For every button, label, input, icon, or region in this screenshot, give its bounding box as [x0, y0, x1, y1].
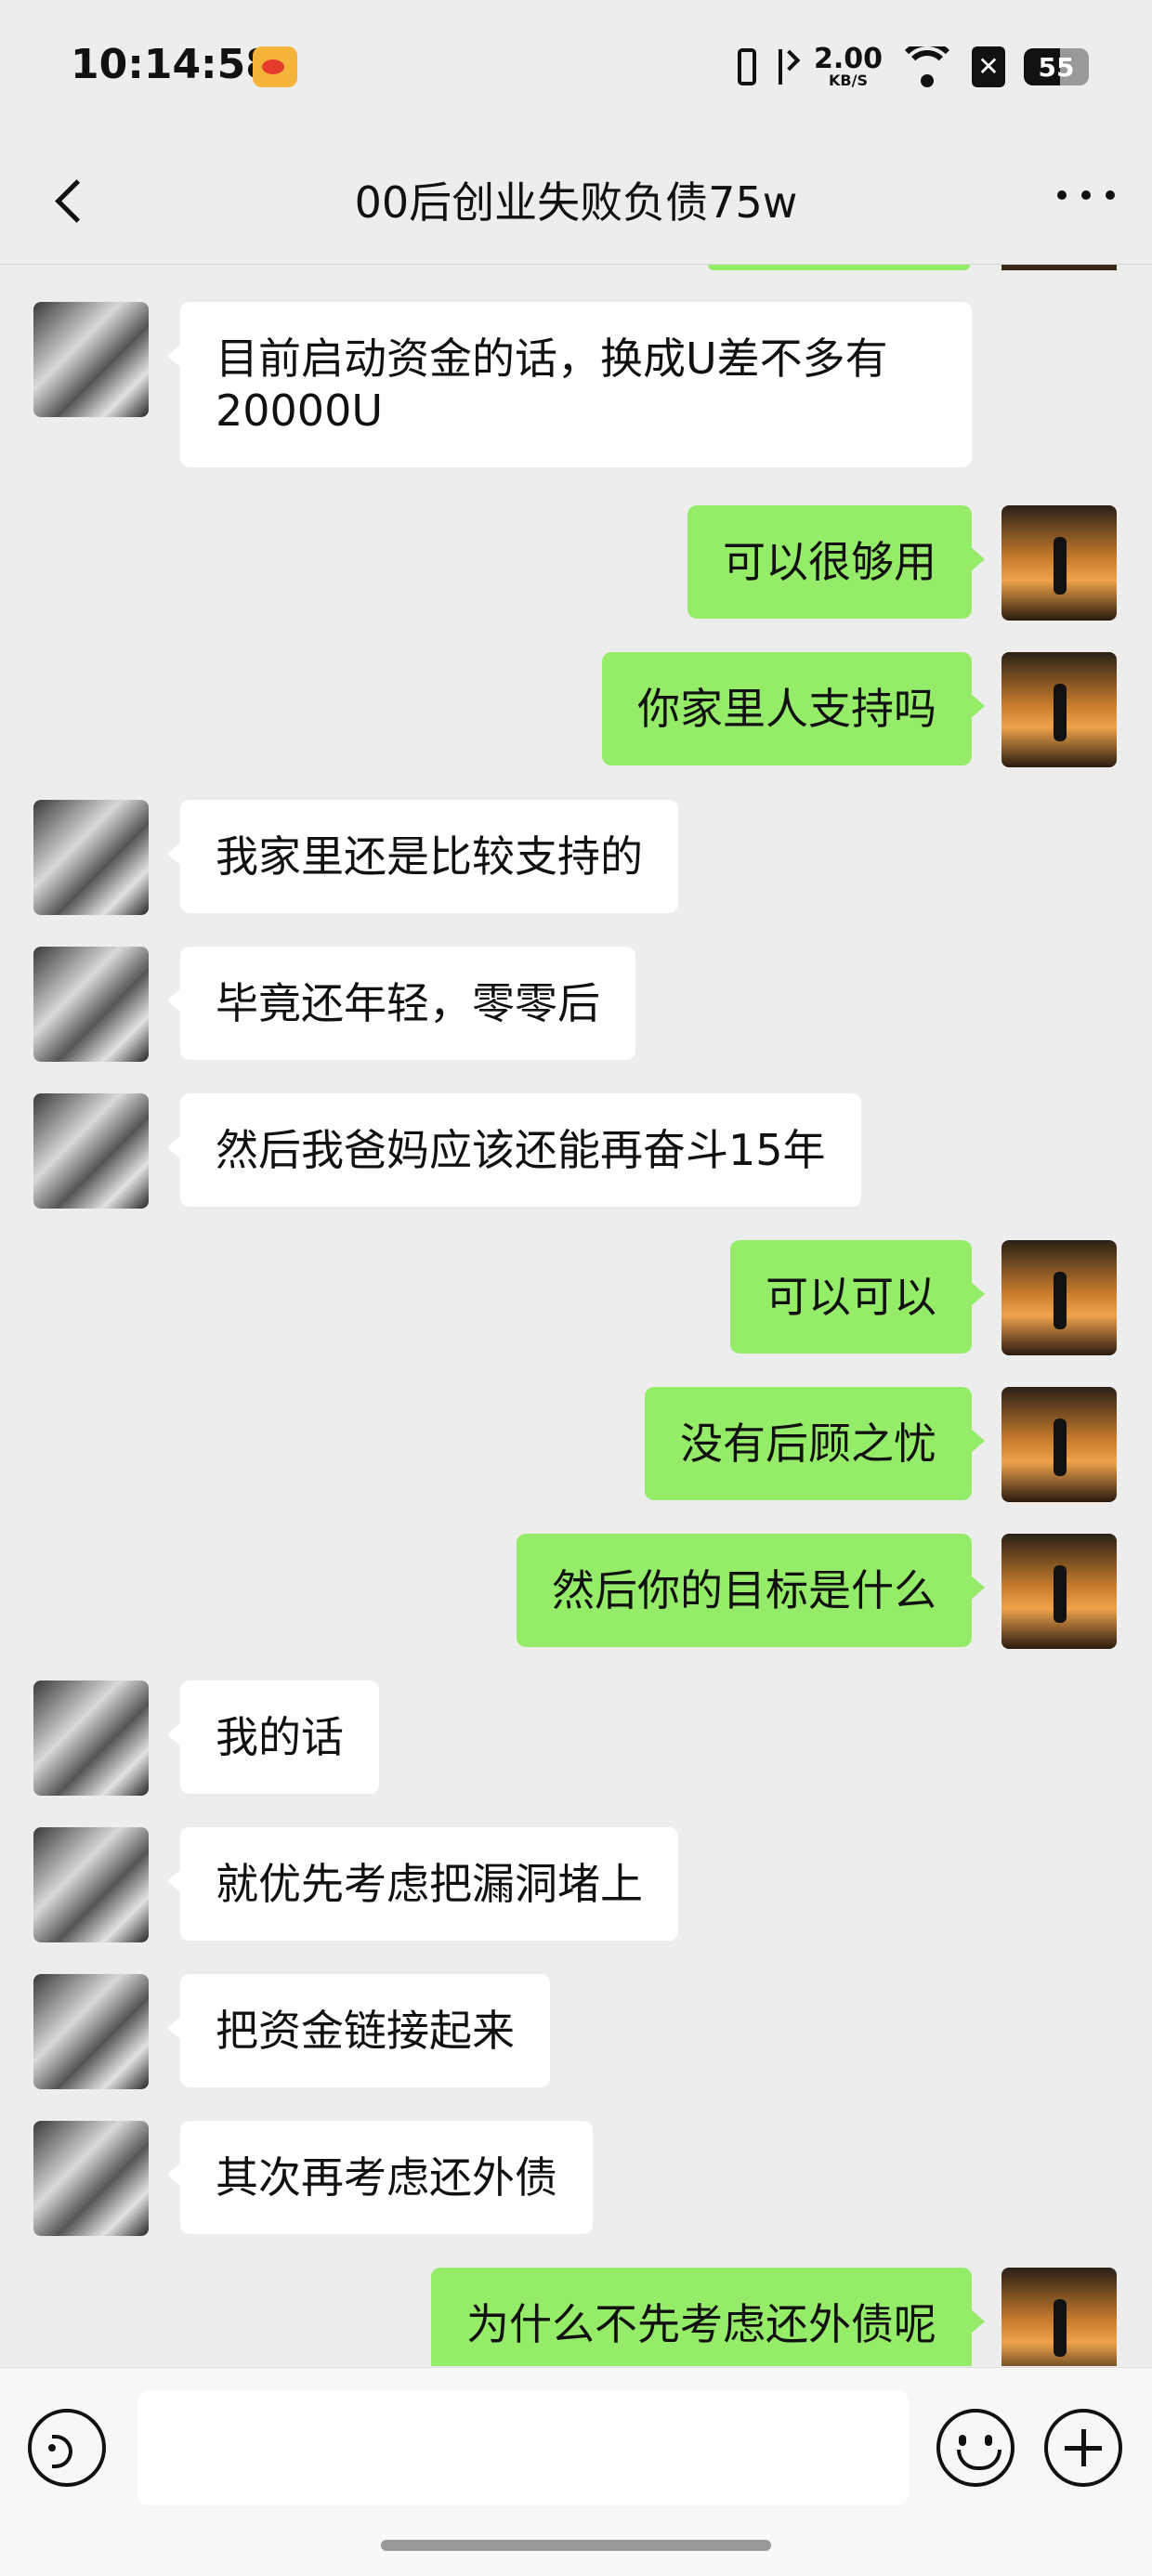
partial-avatar [1001, 265, 1117, 270]
message-bubble[interactable]: 把资金链接起来 [167, 1974, 550, 2087]
contact-avatar[interactable] [33, 1093, 149, 1209]
message-bubble[interactable]: 可以很够用 [687, 505, 985, 619]
message-row: 我家里还是比较支持的 [0, 800, 1152, 915]
network-speed: 2.00 KB/S [814, 46, 883, 88]
message-bubble[interactable]: 目前启动资金的话，换成U差不多有20000U [167, 302, 972, 467]
message-row: 可以很够用 [0, 505, 1152, 621]
message-row: 你家里人支持吗 [0, 652, 1152, 767]
message-bubble[interactable]: 为什么不先考虑还外债呢 [431, 2268, 985, 2366]
status-bar: 10:14:58 2.00 KB/S ✕ 55 [0, 0, 1152, 137]
network-speed-value: 2.00 [813, 43, 883, 75]
contact-avatar[interactable] [33, 1680, 149, 1796]
partial-bubble [708, 265, 970, 270]
self-avatar[interactable] [1001, 652, 1117, 767]
message-bubble[interactable]: 我家里还是比较支持的 [167, 800, 678, 913]
status-time: 10:14:58 [71, 41, 274, 88]
contact-avatar[interactable] [33, 947, 149, 1062]
message-row: 我的话 [0, 1680, 1152, 1796]
self-avatar[interactable] [1001, 1534, 1117, 1649]
message-bubble[interactable]: 你家里人支持吗 [602, 652, 985, 765]
home-indicator[interactable] [381, 2540, 771, 2551]
wifi-icon [901, 46, 953, 87]
message-bubble[interactable]: 我的话 [167, 1680, 379, 1794]
status-icons: 2.00 KB/S ✕ 55 [737, 41, 1089, 93]
vibrate-icon [737, 48, 756, 85]
weibo-icon [253, 46, 297, 87]
message-bubble[interactable]: 可以可以 [730, 1240, 985, 1353]
self-avatar[interactable] [1001, 1387, 1117, 1502]
contact-avatar[interactable] [33, 302, 149, 417]
message-bubble[interactable]: 然后你的目标是什么 [517, 1534, 985, 1647]
network-speed-unit: KB/S [829, 72, 868, 89]
chat-header: 00后创业失败负债75w [0, 137, 1152, 265]
message-row: 就优先考虑把漏洞堵上 [0, 1827, 1152, 1942]
contact-avatar[interactable] [33, 2121, 149, 2236]
bluetooth-icon [775, 47, 795, 86]
self-avatar[interactable] [1001, 505, 1117, 621]
voice-icon[interactable] [28, 2409, 106, 2487]
battery-icon: 55 [1024, 48, 1089, 85]
message-row: 目前启动资金的话，换成U差不多有20000U [0, 302, 1152, 473]
contact-avatar[interactable] [33, 1827, 149, 1942]
message-row: 毕竟还年轻，零零后 [0, 947, 1152, 1062]
chat-title: 00后创业失败负债75w [354, 177, 798, 228]
battery-level: 55 [1038, 51, 1075, 83]
message-row: 然后我爸妈应该还能再奋斗15年 [0, 1093, 1152, 1209]
chat-message-list[interactable]: 目前启动资金的话，换成U差不多有20000U 可以很够用 你家里人支持吗 我家里… [0, 265, 1152, 2366]
message-input[interactable] [137, 2390, 909, 2505]
emoji-icon[interactable] [936, 2409, 1015, 2487]
message-bubble[interactable]: 其次再考虑还外债 [167, 2121, 593, 2234]
message-bubble[interactable]: 毕竟还年轻，零零后 [167, 947, 635, 1060]
self-avatar[interactable] [1001, 2268, 1117, 2366]
message-bubble[interactable]: 没有后顾之忧 [645, 1387, 985, 1500]
sim-off-icon: ✕ [972, 46, 1005, 87]
message-bubble[interactable]: 然后我爸妈应该还能再奋斗15年 [167, 1093, 861, 1207]
self-avatar[interactable] [1001, 1240, 1117, 1355]
plus-icon[interactable] [1044, 2409, 1122, 2487]
message-bubble[interactable]: 就优先考虑把漏洞堵上 [167, 1827, 678, 1941]
message-row: 其次再考虑还外债 [0, 2121, 1152, 2236]
message-row: 然后你的目标是什么 [0, 1534, 1152, 1649]
contact-avatar[interactable] [33, 800, 149, 915]
message-row: 为什么不先考虑还外债呢 [0, 2268, 1152, 2366]
message-row: 把资金链接起来 [0, 1974, 1152, 2089]
message-row: 没有后顾之忧 [0, 1387, 1152, 1502]
message-row: 可以可以 [0, 1240, 1152, 1355]
more-icon[interactable] [1057, 188, 1115, 203]
contact-avatar[interactable] [33, 1974, 149, 2089]
